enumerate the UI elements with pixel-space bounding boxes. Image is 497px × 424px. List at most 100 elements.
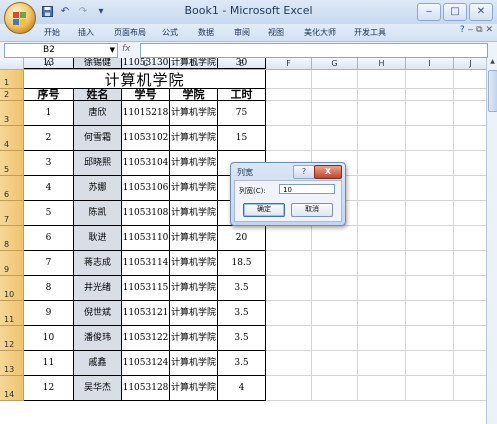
- ok-button[interactable]: 确定: [243, 203, 285, 217]
- data-cell-id[interactable]: 11053124: [122, 351, 170, 376]
- data-cell-college[interactable]: 计算机学院: [170, 276, 218, 301]
- empty-cell[interactable]: [358, 70, 406, 89]
- empty-cell[interactable]: [454, 326, 486, 351]
- empty-cell[interactable]: [406, 151, 454, 176]
- row-header-4[interactable]: 4: [0, 126, 24, 151]
- data-cell-no[interactable]: 12: [24, 376, 74, 401]
- data-cell-name[interactable]: 何雪霜: [74, 126, 122, 151]
- vertical-scrollbar[interactable]: ▲: [486, 58, 497, 424]
- empty-cell[interactable]: [454, 89, 486, 101]
- empty-cell[interactable]: [406, 376, 454, 401]
- data-cell-name[interactable]: 邱晓熙: [74, 151, 122, 176]
- data-cell-id[interactable]: 11053130: [122, 58, 170, 69]
- fx-icon[interactable]: fx: [122, 44, 131, 54]
- data-cell-hours[interactable]: 3.5: [218, 351, 266, 376]
- data-cell-college[interactable]: 计算机学院: [170, 226, 218, 251]
- column-title-cell[interactable]: 学号: [122, 89, 170, 101]
- data-cell-no[interactable]: 13: [24, 58, 74, 69]
- sheet-title-cell[interactable]: 计算机学院: [24, 70, 266, 89]
- tab-view[interactable]: 视图: [268, 27, 284, 38]
- empty-cell[interactable]: [406, 89, 454, 101]
- empty-cell[interactable]: [454, 70, 486, 89]
- data-cell-id[interactable]: 11015218: [122, 101, 170, 126]
- tab-page-layout[interactable]: 页面布局: [114, 27, 146, 38]
- data-cell-no[interactable]: 9: [24, 301, 74, 326]
- empty-cell[interactable]: [406, 176, 454, 201]
- data-cell-id[interactable]: 11053121: [122, 301, 170, 326]
- column-width-input[interactable]: 10: [279, 184, 335, 194]
- row-header-3[interactable]: 3: [0, 101, 24, 126]
- data-cell-name[interactable]: 井光绪: [74, 276, 122, 301]
- empty-cell[interactable]: [358, 351, 406, 376]
- empty-cell[interactable]: [312, 301, 358, 326]
- data-cell-id[interactable]: 11053102: [122, 126, 170, 151]
- empty-cell[interactable]: [358, 151, 406, 176]
- empty-cell[interactable]: [266, 101, 312, 126]
- empty-cell[interactable]: [358, 176, 406, 201]
- data-cell-no[interactable]: 11: [24, 351, 74, 376]
- row-header-7[interactable]: 7: [0, 201, 24, 226]
- data-cell-id[interactable]: 11053104: [122, 151, 170, 176]
- row-header-1[interactable]: 1: [0, 70, 24, 89]
- data-cell-no[interactable]: 6: [24, 226, 74, 251]
- close-button[interactable]: ✕: [469, 3, 493, 21]
- column-header-g[interactable]: G: [312, 58, 358, 70]
- data-cell-college[interactable]: 计算机学院: [170, 126, 218, 151]
- data-cell-name[interactable]: 耿进: [74, 226, 122, 251]
- empty-cell[interactable]: [312, 276, 358, 301]
- row-header-13[interactable]: 13: [0, 351, 24, 376]
- data-cell-id[interactable]: 11053108: [122, 201, 170, 226]
- data-cell-id[interactable]: 11053110: [122, 226, 170, 251]
- empty-cell[interactable]: [266, 301, 312, 326]
- empty-cell[interactable]: [312, 70, 358, 89]
- empty-cell[interactable]: [358, 89, 406, 101]
- column-title-cell[interactable]: 序号: [24, 89, 74, 101]
- row-header-14[interactable]: 14: [0, 376, 24, 401]
- empty-cell[interactable]: [454, 226, 486, 251]
- tab-beautify[interactable]: 美化大师: [304, 27, 336, 38]
- data-cell-id[interactable]: 11053114: [122, 251, 170, 276]
- data-cell-no[interactable]: 8: [24, 276, 74, 301]
- data-cell-name[interactable]: 潘俊玮: [74, 326, 122, 351]
- data-cell-no[interactable]: 5: [24, 201, 74, 226]
- data-cell-name[interactable]: 陈凯: [74, 201, 122, 226]
- name-box[interactable]: B2 ▼: [4, 43, 118, 58]
- data-cell-hours[interactable]: 3.5: [218, 326, 266, 351]
- dialog-close-button[interactable]: X: [314, 165, 342, 179]
- data-cell-hours[interactable]: 30: [218, 58, 266, 69]
- tab-data[interactable]: 数据: [198, 27, 214, 38]
- data-cell-name[interactable]: 苏娜: [74, 176, 122, 201]
- tab-review[interactable]: 审阅: [234, 27, 250, 38]
- empty-cell[interactable]: [406, 301, 454, 326]
- data-cell-hours[interactable]: 4: [218, 376, 266, 401]
- data-cell-college[interactable]: 计算机学院: [170, 301, 218, 326]
- empty-cell[interactable]: [406, 70, 454, 89]
- empty-cell[interactable]: [266, 251, 312, 276]
- empty-cell[interactable]: [312, 251, 358, 276]
- empty-cell[interactable]: [454, 126, 486, 151]
- row-header-5[interactable]: 5: [0, 151, 24, 176]
- empty-cell[interactable]: [454, 201, 486, 226]
- cancel-button[interactable]: 取消: [291, 203, 333, 217]
- empty-cell[interactable]: [454, 151, 486, 176]
- empty-cell[interactable]: [312, 326, 358, 351]
- empty-cell[interactable]: [266, 326, 312, 351]
- data-cell-college[interactable]: 计算机学院: [170, 151, 218, 176]
- column-header-j[interactable]: J: [454, 58, 486, 70]
- empty-cell[interactable]: [358, 226, 406, 251]
- row-header-11[interactable]: 11: [0, 301, 24, 326]
- empty-cell[interactable]: [358, 201, 406, 226]
- data-cell-college[interactable]: 计算机学院: [170, 58, 218, 69]
- empty-cell[interactable]: [266, 226, 312, 251]
- row-header-10[interactable]: 10: [0, 276, 24, 301]
- data-cell-college[interactable]: 计算机学院: [170, 351, 218, 376]
- data-cell-hours[interactable]: 75: [218, 101, 266, 126]
- empty-cell[interactable]: [454, 176, 486, 201]
- data-cell-hours[interactable]: 15: [218, 126, 266, 151]
- data-cell-hours[interactable]: 3.5: [218, 276, 266, 301]
- empty-cell[interactable]: [454, 301, 486, 326]
- data-cell-id[interactable]: 11053106: [122, 176, 170, 201]
- column-header-f[interactable]: F: [266, 58, 312, 70]
- data-cell-id[interactable]: 11053122: [122, 326, 170, 351]
- empty-cell[interactable]: [266, 70, 312, 89]
